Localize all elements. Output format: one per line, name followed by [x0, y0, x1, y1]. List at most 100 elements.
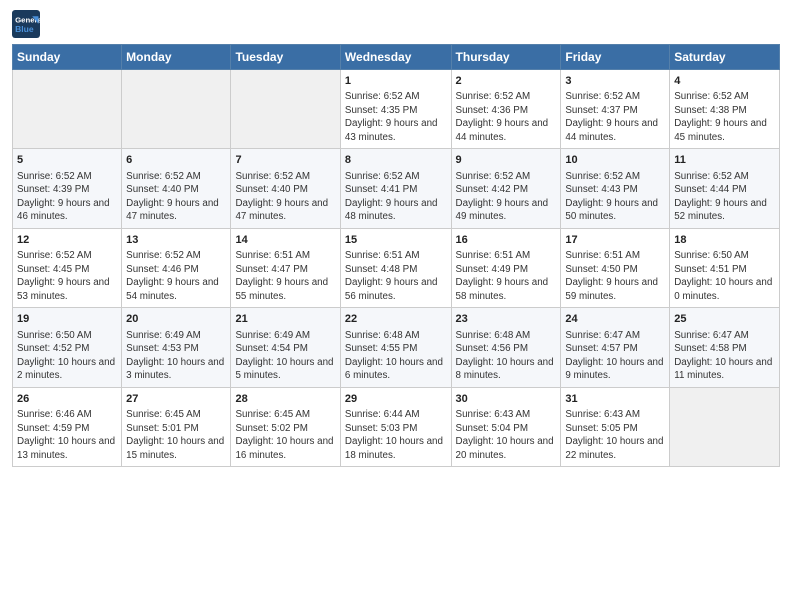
day-info: Sunrise: 6:48 AMSunset: 4:55 PMDaylight:… — [345, 329, 447, 383]
day-number: 16 — [456, 233, 557, 248]
day-info: Sunrise: 6:52 AMSunset: 4:36 PMDaylight:… — [456, 90, 557, 144]
day-info: Sunrise: 6:52 AMSunset: 4:40 PMDaylight:… — [126, 170, 226, 224]
day-number: 10 — [565, 153, 665, 168]
calendar-cell — [670, 387, 780, 466]
day-info: Sunrise: 6:45 AMSunset: 5:01 PMDaylight:… — [126, 408, 226, 462]
day-number: 23 — [456, 312, 557, 327]
day-info: Sunrise: 6:52 AMSunset: 4:35 PMDaylight:… — [345, 90, 447, 144]
calendar-cell — [13, 70, 122, 149]
day-number: 22 — [345, 312, 447, 327]
header-sunday: Sunday — [13, 45, 122, 70]
day-number: 24 — [565, 312, 665, 327]
calendar-cell: 26Sunrise: 6:46 AMSunset: 4:59 PMDayligh… — [13, 387, 122, 466]
calendar-cell: 29Sunrise: 6:44 AMSunset: 5:03 PMDayligh… — [340, 387, 451, 466]
header-tuesday: Tuesday — [231, 45, 340, 70]
day-number: 4 — [674, 74, 775, 89]
day-info: Sunrise: 6:47 AMSunset: 4:57 PMDaylight:… — [565, 329, 665, 383]
day-number: 30 — [456, 392, 557, 407]
day-number: 8 — [345, 153, 447, 168]
day-number: 3 — [565, 74, 665, 89]
calendar-week-5: 26Sunrise: 6:46 AMSunset: 4:59 PMDayligh… — [13, 387, 780, 466]
day-number: 27 — [126, 392, 226, 407]
svg-text:Blue: Blue — [15, 24, 34, 34]
day-number: 20 — [126, 312, 226, 327]
day-number: 7 — [235, 153, 335, 168]
day-number: 18 — [674, 233, 775, 248]
day-info: Sunrise: 6:49 AMSunset: 4:53 PMDaylight:… — [126, 329, 226, 383]
logo-icon: General Blue — [12, 10, 40, 38]
day-number: 26 — [17, 392, 117, 407]
header-friday: Friday — [561, 45, 670, 70]
header-saturday: Saturday — [670, 45, 780, 70]
day-info: Sunrise: 6:52 AMSunset: 4:46 PMDaylight:… — [126, 249, 226, 303]
header-monday: Monday — [122, 45, 231, 70]
day-info: Sunrise: 6:48 AMSunset: 4:56 PMDaylight:… — [456, 329, 557, 383]
calendar-table: SundayMondayTuesdayWednesdayThursdayFrid… — [12, 44, 780, 467]
calendar-cell: 5 Sunrise: 6:52 AMSunset: 4:39 PMDaylight… — [13, 149, 122, 228]
calendar-week-1: 1Sunrise: 6:52 AMSunset: 4:35 PMDaylight… — [13, 70, 780, 149]
main-container: General Blue SundayMondayTuesdayWednesda… — [0, 0, 792, 475]
day-info: Sunrise: 6:52 AMSunset: 4:37 PMDaylight:… — [565, 90, 665, 144]
day-info: Sunrise: 6:52 AMSunset: 4:41 PMDaylight:… — [345, 170, 447, 224]
calendar-cell: 3Sunrise: 6:52 AMSunset: 4:37 PMDaylight… — [561, 70, 670, 149]
day-info: Sunrise: 6:43 AMSunset: 5:05 PMDaylight:… — [565, 408, 665, 462]
calendar-cell: 19Sunrise: 6:50 AMSunset: 4:52 PMDayligh… — [13, 308, 122, 387]
day-number: 29 — [345, 392, 447, 407]
day-number: 13 — [126, 233, 226, 248]
calendar-cell: 11 Sunrise: 6:52 AMSunset: 4:44 PMDayligh… — [670, 149, 780, 228]
day-info: Sunrise: 6:49 AMSunset: 4:54 PMDaylight:… — [235, 329, 335, 383]
day-number: 15 — [345, 233, 447, 248]
header-thursday: Thursday — [451, 45, 561, 70]
calendar-cell: 24 Sunrise: 6:47 AMSunset: 4:57 PMDayligh… — [561, 308, 670, 387]
day-info: Sunrise: 6:52 AMSunset: 4:43 PMDaylight:… — [565, 170, 665, 224]
day-info: Sunrise: 6:47 AMSunset: 4:58 PMDaylight:… — [674, 329, 775, 383]
day-number: 5 — [17, 153, 117, 168]
calendar-cell: 31Sunrise: 6:43 AMSunset: 5:05 PMDayligh… — [561, 387, 670, 466]
day-info: Sunrise: 6:51 AMSunset: 4:48 PMDaylight:… — [345, 249, 447, 303]
calendar-week-3: 12Sunrise: 6:52 AMSunset: 4:45 PMDayligh… — [13, 228, 780, 307]
day-number: 6 — [126, 153, 226, 168]
calendar-cell — [231, 70, 340, 149]
day-number: 14 — [235, 233, 335, 248]
calendar-cell: 23 Sunrise: 6:48 AMSunset: 4:56 PMDayligh… — [451, 308, 561, 387]
day-info: Sunrise: 6:44 AMSunset: 5:03 PMDaylight:… — [345, 408, 447, 462]
calendar-cell: 13Sunrise: 6:52 AMSunset: 4:46 PMDayligh… — [122, 228, 231, 307]
calendar-cell: 27Sunrise: 6:45 AMSunset: 5:01 PMDayligh… — [122, 387, 231, 466]
day-number: 17 — [565, 233, 665, 248]
calendar-cell: 21Sunrise: 6:49 AMSunset: 4:54 PMDayligh… — [231, 308, 340, 387]
calendar-cell: 10 Sunrise: 6:52 AMSunset: 4:43 PMDayligh… — [561, 149, 670, 228]
day-number: 9 — [456, 153, 557, 168]
calendar-cell: 20 Sunrise: 6:49 AMSunset: 4:53 PMDayligh… — [122, 308, 231, 387]
day-info: Sunrise: 6:50 AMSunset: 4:51 PMDaylight:… — [674, 249, 775, 303]
day-number: 25 — [674, 312, 775, 327]
calendar-cell: 2Sunrise: 6:52 AMSunset: 4:36 PMDaylight… — [451, 70, 561, 149]
calendar-cell: 8 Sunrise: 6:52 AMSunset: 4:41 PMDaylight… — [340, 149, 451, 228]
day-number: 28 — [235, 392, 335, 407]
day-number: 11 — [674, 153, 775, 168]
day-info: Sunrise: 6:51 AMSunset: 4:50 PMDaylight:… — [565, 249, 665, 303]
calendar-cell: 15Sunrise: 6:51 AMSunset: 4:48 PMDayligh… — [340, 228, 451, 307]
calendar-week-2: 5 Sunrise: 6:52 AMSunset: 4:39 PMDaylight… — [13, 149, 780, 228]
calendar-cell: 7Sunrise: 6:52 AMSunset: 4:40 PMDaylight… — [231, 149, 340, 228]
calendar-cell: 28Sunrise: 6:45 AMSunset: 5:02 PMDayligh… — [231, 387, 340, 466]
day-info: Sunrise: 6:52 AMSunset: 4:39 PMDaylight:… — [17, 170, 117, 224]
day-number: 2 — [456, 74, 557, 89]
calendar-cell: 17Sunrise: 6:51 AMSunset: 4:50 PMDayligh… — [561, 228, 670, 307]
day-info: Sunrise: 6:46 AMSunset: 4:59 PMDaylight:… — [17, 408, 117, 462]
day-info: Sunrise: 6:51 AMSunset: 4:49 PMDaylight:… — [456, 249, 557, 303]
day-info: Sunrise: 6:43 AMSunset: 5:04 PMDaylight:… — [456, 408, 557, 462]
calendar-cell: 25 Sunrise: 6:47 AMSunset: 4:58 PMDayligh… — [670, 308, 780, 387]
calendar-week-4: 19Sunrise: 6:50 AMSunset: 4:52 PMDayligh… — [13, 308, 780, 387]
day-number: 1 — [345, 74, 447, 89]
day-info: Sunrise: 6:52 AMSunset: 4:44 PMDaylight:… — [674, 170, 775, 224]
calendar-header-row: SundayMondayTuesdayWednesdayThursdayFrid… — [13, 45, 780, 70]
logo: General Blue — [12, 10, 44, 38]
calendar-cell: 12Sunrise: 6:52 AMSunset: 4:45 PMDayligh… — [13, 228, 122, 307]
calendar-cell — [122, 70, 231, 149]
day-number: 12 — [17, 233, 117, 248]
header-wednesday: Wednesday — [340, 45, 451, 70]
day-info: Sunrise: 6:52 AMSunset: 4:45 PMDaylight:… — [17, 249, 117, 303]
day-number: 19 — [17, 312, 117, 327]
calendar-cell: 1Sunrise: 6:52 AMSunset: 4:35 PMDaylight… — [340, 70, 451, 149]
calendar-cell: 18Sunrise: 6:50 AMSunset: 4:51 PMDayligh… — [670, 228, 780, 307]
